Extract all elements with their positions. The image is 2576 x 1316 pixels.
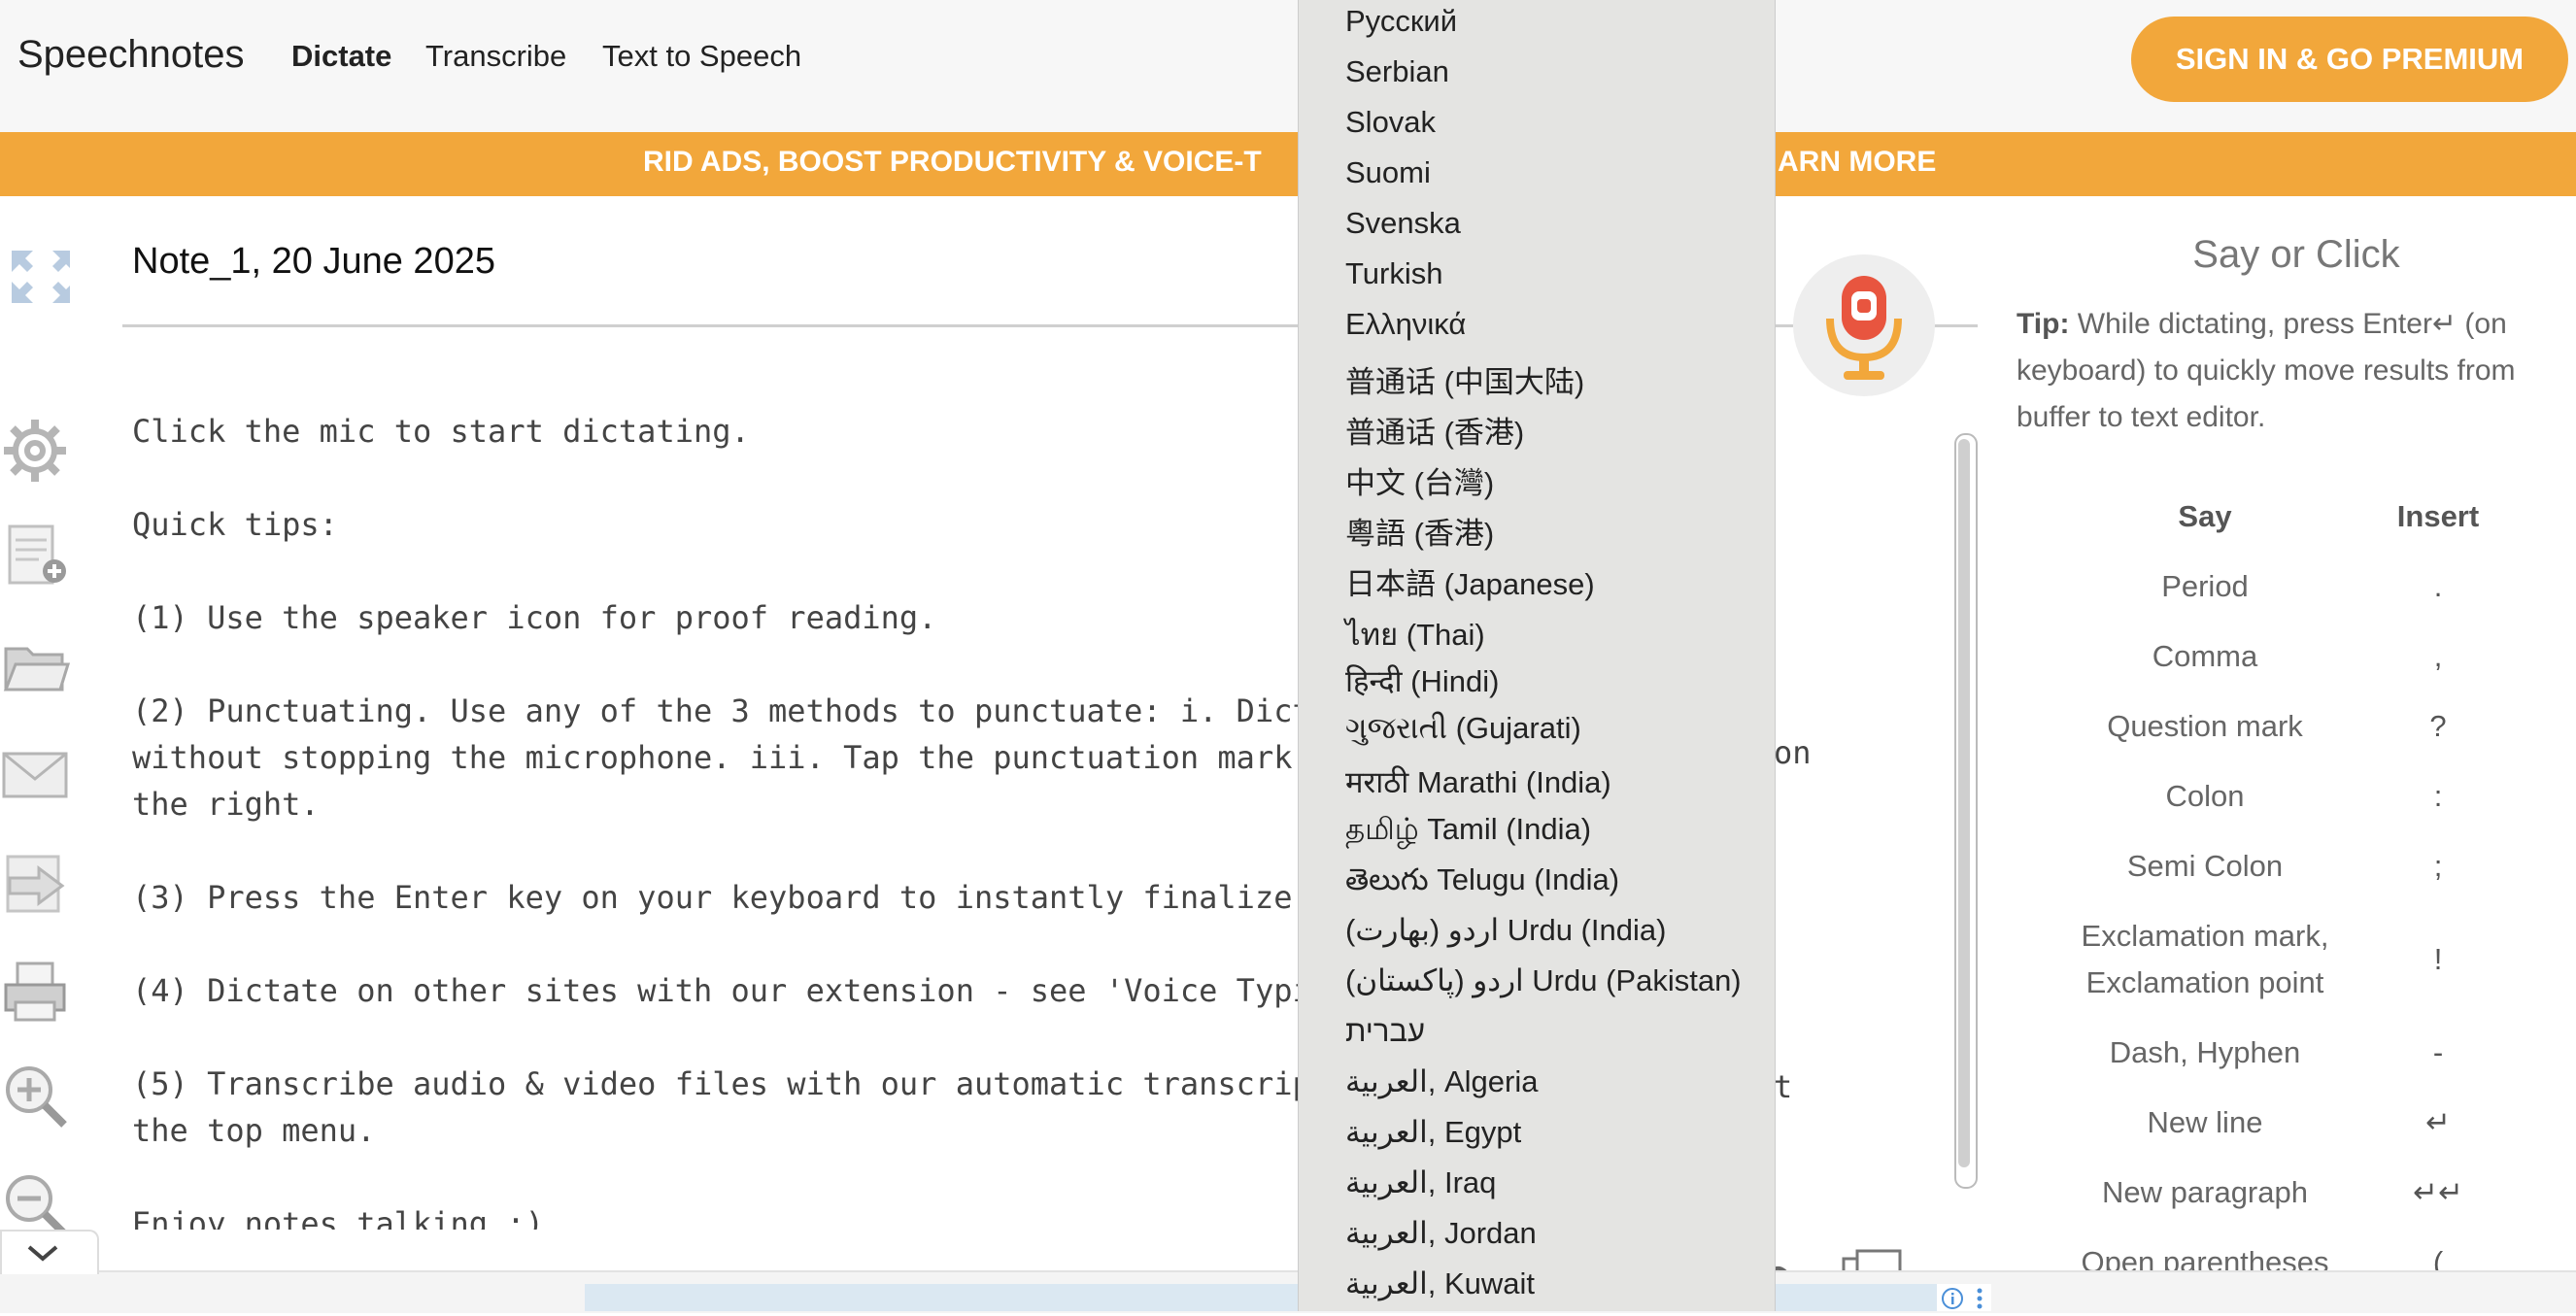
zoom-in-icon[interactable] [0,1061,70,1129]
export-icon[interactable] [0,849,70,917]
cmd-say-new-line[interactable]: New line [2050,1099,2360,1146]
lang-option[interactable]: 普通话 (香港) [1345,408,1524,452]
lang-option[interactable]: اردو (پاکستان) Urdu (Pakistan) [1345,963,1742,998]
lang-option[interactable]: ไทย (Thai) [1345,610,1485,658]
language-dropdown[interactable]: Русский Serbian Slovak Suomi Svenska Tur… [1298,0,1776,1311]
lang-option[interactable]: Ελληνικά [1345,307,1466,342]
microphone-icon [1826,276,1902,380]
lang-option[interactable]: العربية, Jordan [1345,1216,1537,1251]
note-title[interactable]: Note_1, 20 June 2025 [132,241,495,283]
cmd-say-colon[interactable]: Colon [2050,773,2360,820]
editor-text-overflow-9: t [1774,1068,1793,1105]
lang-option[interactable]: Suomi [1345,155,1431,190]
lang-option[interactable]: اردو (بھارت) Urdu (India) [1345,913,1666,948]
nav-dictate[interactable]: Dictate [291,39,391,74]
cmd-insert-semi-colon[interactable]: ; [2360,849,2516,884]
cmd-say-comma[interactable]: Comma [2050,633,2360,680]
email-icon[interactable] [0,740,70,808]
lang-option[interactable]: मराठी Marathi (India) [1345,761,1611,802]
cmd-insert-colon[interactable]: : [2360,779,2516,814]
copy-icon[interactable] [1836,1245,1908,1270]
lang-option[interactable]: עברית [1345,1014,1425,1049]
buffer-scrollbar-thumb[interactable] [1958,439,1970,1167]
lang-option[interactable]: Русский [1345,4,1457,39]
settings-icon[interactable] [0,416,70,484]
ad-info[interactable] [1937,1284,1991,1311]
lang-option[interactable]: 日本語 (Japanese) [1345,559,1595,603]
print-icon[interactable] [0,958,70,1026]
new-note-icon[interactable] [0,521,70,589]
top-bar: Speechnotes Dictate Transcribe Text to S… [0,0,2576,132]
lang-option[interactable]: हिन्दी (Hindi) [1345,660,1499,701]
lang-option[interactable]: 中文 (台灣) [1345,458,1494,502]
lang-option[interactable]: Svenska [1345,206,1461,241]
tip-text: Tip: While dictating, press Enter↵ (on k… [2017,301,2522,441]
lang-option[interactable]: 粵語 (香港) [1345,509,1494,553]
lang-option[interactable]: العربية, Iraq [1345,1165,1496,1200]
open-folder-icon[interactable] [0,631,71,699]
banner-learn-more[interactable]: ARN MORE [1778,146,1936,179]
lang-option[interactable]: العربية, Algeria [1345,1064,1538,1099]
cmd-insert-question-mark[interactable]: ? [2360,709,2516,744]
cmd-say-new-paragraph[interactable]: New paragraph [2050,1169,2360,1216]
cmd-insert-period[interactable]: . [2360,569,2516,604]
lang-option[interactable]: ગુજરાતી (Gujarati) [1345,711,1581,747]
lang-option[interactable]: 普通话 (中国大陆) [1345,357,1584,401]
promo-banner[interactable]: RID ADS, BOOST PRODUCTIVITY & VOICE-T AR… [0,132,2576,196]
zoom-out-icon[interactable] [0,1165,70,1230]
col-insert-header: Insert [2396,499,2480,533]
lang-option[interactable]: Serbian [1345,54,1449,89]
banner-text-left: RID ADS, BOOST PRODUCTIVITY & VOICE-T [643,146,1262,178]
cmd-say-dash[interactable]: Dash, Hyphen [2050,1029,2360,1076]
sign-in-premium-button[interactable]: SIGN IN & GO PREMIUM [2131,17,2568,102]
cmd-insert-new-line[interactable]: ↵ [2360,1105,2516,1140]
nav-transcribe[interactable]: Transcribe [425,39,566,74]
cmd-insert-dash[interactable]: - [2360,1035,2516,1070]
app-logo[interactable]: Speechnotes [17,33,245,77]
lang-option[interactable]: Turkish [1345,256,1442,291]
cmd-say-period[interactable]: Period [2050,563,2360,610]
cmd-say-exclamation[interactable]: Exclamation mark, Exclamation point [2069,913,2341,1006]
editor-text-overflow-5: on [1774,734,1812,771]
col-say-header: Say [2178,499,2232,533]
mic-button[interactable] [1793,254,1935,396]
cmd-say-question-mark[interactable]: Question mark [2050,703,2360,750]
cmd-insert-exclamation[interactable]: ! [2360,942,2516,977]
nav-text-to-speech[interactable]: Text to Speech [602,39,801,74]
collapse-toggle[interactable] [0,1230,99,1274]
lang-option[interactable]: العربية, Kuwait [1345,1266,1535,1301]
lang-option[interactable]: தமிழ் Tamil (India) [1345,812,1591,851]
tip-label: Tip: [2017,308,2070,340]
cmd-insert-new-paragraph[interactable]: ↵↵ [2360,1175,2516,1210]
fullscreen-icon[interactable] [0,239,74,307]
cmd-say-semi-colon[interactable]: Semi Colon [2050,843,2360,890]
tip-body: While dictating, press Enter↵ (on keyboa… [2017,308,2516,433]
chevron-down-icon [27,1245,58,1262]
commands-panel-title: Say or Click [2192,233,2400,276]
lang-option[interactable]: Slovak [1345,105,1436,140]
lang-option[interactable]: తెలుగు Telugu (India) [1345,862,1619,904]
lang-option[interactable]: العربية, Egypt [1345,1115,1521,1150]
cmd-insert-comma[interactable]: , [2360,639,2516,674]
